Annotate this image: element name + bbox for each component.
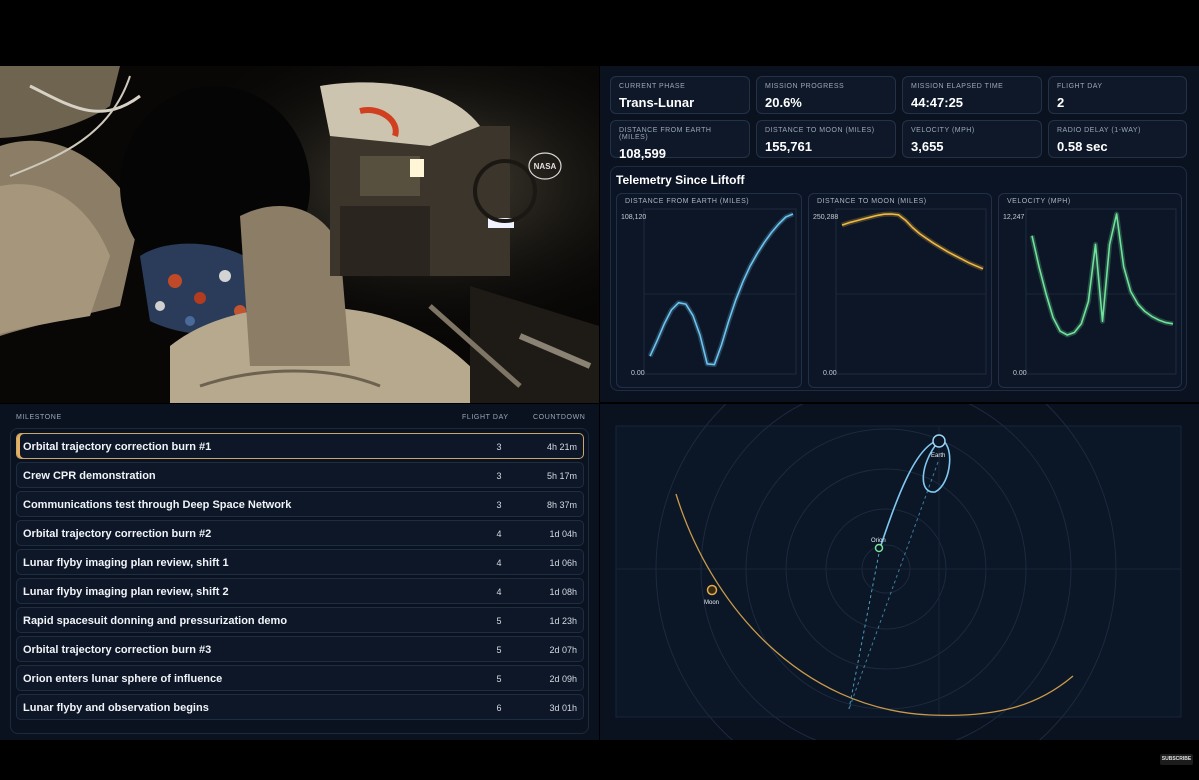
y-min-label: 0.00 — [631, 370, 645, 377]
stat-value: 0.58 sec — [1057, 139, 1108, 154]
milestone-name: Communications test through Deep Space N… — [23, 499, 292, 511]
chart-distance-from-earth: DISTANCE FROM EARTH (MILES) 108,120 0.00 — [616, 193, 802, 388]
milestone-name: Lunar flyby and observation begins — [23, 702, 209, 714]
series-line — [1031, 213, 1174, 336]
telemetry-title: Telemetry Since Liftoff — [616, 173, 745, 187]
milestone-row[interactable]: Orbital trajectory correction burn #1 3 4h… — [16, 433, 584, 459]
milestone-name: Rapid spacesuit donning and pressurizati… — [23, 615, 288, 627]
milestone-countdown: 8h 37m — [546, 500, 577, 510]
y-min-label: 0.00 — [823, 370, 837, 377]
stat-label: CURRENT PHASE — [619, 83, 686, 90]
milestone-flight-day: 5 — [496, 674, 502, 684]
cabin-scene — [0, 66, 599, 403]
milestone-row[interactable]: Lunar flyby and observation begins 6 3d 01… — [16, 694, 584, 720]
milestone-row[interactable]: Lunar flyby imaging plan review, shift 1… — [16, 549, 584, 575]
milestone-countdown: 4h 21m — [546, 442, 577, 452]
milestone-countdown: 3d 01h — [549, 703, 577, 713]
moon-label: Moon — [704, 600, 719, 606]
milestone-countdown: 2d 07h — [549, 645, 577, 655]
y-max-label: 108,120 — [621, 214, 646, 221]
stat-value: 20.6% — [765, 95, 802, 110]
telemetry-section: Telemetry Since Liftoff DISTANCE FROM EA… — [610, 166, 1187, 391]
y-max-label: 250,288 — [813, 214, 838, 221]
milestone-countdown: 1d 06h — [549, 558, 577, 568]
milestone-row[interactable]: Orbital trajectory correction burn #2 4 1d… — [16, 520, 584, 546]
milestone-flight-day: 5 — [496, 616, 502, 626]
series-line-glow — [647, 211, 794, 368]
stat-distance-to-moon: DISTANCE TO MOON (MILES) 155,761 — [756, 120, 896, 158]
milestone-row[interactable]: Orion enters lunar sphere of influence 5 2… — [16, 665, 584, 691]
stat-label: VELOCITY (MPH) — [911, 127, 975, 134]
milestone-name: Orbital trajectory correction burn #3 — [23, 644, 212, 656]
milestone-name: Crew CPR demonstration — [23, 470, 156, 482]
milestone-list: Orbital trajectory correction burn #1 3 4h… — [10, 428, 589, 734]
series-line-glow — [841, 211, 984, 272]
earth-marker — [932, 434, 946, 448]
column-header-countdown: COUNTDOWN — [533, 414, 586, 421]
stat-label: RADIO DELAY (1-WAY) — [1057, 127, 1141, 134]
moon-marker — [706, 584, 718, 596]
stat-value: 2 — [1057, 95, 1065, 110]
milestone-name: Orbital trajectory correction burn #1 — [23, 441, 212, 453]
milestone-flight-day: 3 — [496, 442, 502, 452]
mission-stats-panel: CURRENT PHASE Trans-Lunar MISSION PROGRE… — [600, 66, 1199, 402]
milestone-name: Lunar flyby imaging plan review, shift 2 — [23, 586, 229, 598]
stat-current-phase: CURRENT PHASE Trans-Lunar — [610, 76, 750, 114]
milestone-row[interactable]: Orbital trajectory correction burn #3 5 2d… — [16, 636, 584, 662]
trajectory-map-panel: Earth Orion Moon — [600, 404, 1199, 740]
milestone-name: Lunar flyby imaging plan review, shift 1 — [23, 557, 229, 569]
chart-plot: 12,247 0.00 — [1003, 208, 1177, 377]
milestone-flight-day: 4 — [496, 587, 502, 597]
y-max-label: 12,247 — [1003, 214, 1025, 221]
stat-label: MISSION ELAPSED TIME — [911, 83, 1004, 90]
stat-label: DISTANCE FROM EARTH (MILES) — [619, 127, 712, 141]
chart-plot: 108,120 0.00 — [621, 208, 797, 377]
stat-distance-from-earth: DISTANCE FROM EARTH (MILES) 108,599 — [610, 120, 750, 161]
milestone-countdown: 2d 09h — [549, 674, 577, 684]
milestone-flight-day: 3 — [496, 500, 502, 510]
column-header-milestone: MILESTONE — [16, 414, 62, 421]
stat-label: MISSION PROGRESS — [765, 83, 845, 90]
stat-mission-progress: MISSION PROGRESS 20.6% — [756, 76, 896, 114]
stat-radio-delay: RADIO DELAY (1-WAY) 0.58 sec — [1048, 120, 1187, 158]
milestone-row[interactable]: Communications test through Deep Space N… — [16, 491, 584, 517]
y-min-label: 0.00 — [1013, 370, 1027, 377]
stat-value: 3,655 — [911, 139, 944, 154]
stat-velocity: VELOCITY (MPH) 3,655 — [902, 120, 1042, 158]
milestone-flight-day: 5 — [496, 645, 502, 655]
chart-distance-to-moon: DISTANCE TO MOON (MILES) 250,288 0.00 — [808, 193, 992, 388]
chart-velocity: VELOCITY (MPH) 12,247 0.00 — [998, 193, 1182, 388]
nasa-logo-text: NASA — [534, 162, 557, 171]
stat-label: FLIGHT DAY — [1057, 83, 1103, 90]
trajectory-map[interactable]: Earth Orion Moon — [600, 404, 1199, 740]
milestone-flight-day: 4 — [496, 558, 502, 568]
chart-plot: 250,288 0.00 — [813, 208, 987, 377]
orion-label: Orion — [871, 538, 886, 544]
milestone-name: Orbital trajectory correction burn #2 — [23, 528, 212, 540]
milestone-row[interactable]: Rapid spacesuit donning and pressurizati… — [16, 607, 584, 633]
milestone-row[interactable]: Lunar flyby imaging plan review, shift 2… — [16, 578, 584, 604]
column-header-flight-day: FLIGHT DAY — [462, 414, 509, 421]
milestone-countdown: 5h 17m — [546, 471, 577, 481]
milestone-flight-day: 4 — [496, 529, 502, 539]
stat-value: 44:47:25 — [911, 95, 964, 110]
milestone-countdown: 1d 08h — [549, 587, 577, 597]
orion-marker — [874, 543, 884, 553]
milestone-row[interactable]: Crew CPR demonstration 3 5h 17m — [16, 462, 584, 488]
milestones-panel: MILESTONE FLIGHT DAY COUNTDOWN Orbital t… — [0, 404, 599, 740]
stat-mission-elapsed-time: MISSION ELAPSED TIME 44:47:25 — [902, 76, 1042, 114]
stat-flight-day: FLIGHT DAY 2 — [1048, 76, 1187, 114]
milestone-countdown: 1d 23h — [549, 616, 577, 626]
video-feed[interactable]: NASA — [0, 66, 599, 403]
subscribe-button[interactable]: SUBSCRIBE — [1160, 754, 1193, 765]
milestone-flight-day: 6 — [496, 703, 502, 713]
stat-value: 108,599 — [619, 146, 666, 161]
milestone-name: Orion enters lunar sphere of influence — [23, 673, 223, 685]
stat-value: Trans-Lunar — [619, 95, 695, 110]
milestone-flight-day: 3 — [496, 471, 502, 481]
stat-label: DISTANCE TO MOON (MILES) — [765, 127, 875, 134]
stat-value: 155,761 — [765, 139, 812, 154]
earth-label: Earth — [931, 453, 945, 459]
milestone-countdown: 1d 04h — [549, 529, 577, 539]
